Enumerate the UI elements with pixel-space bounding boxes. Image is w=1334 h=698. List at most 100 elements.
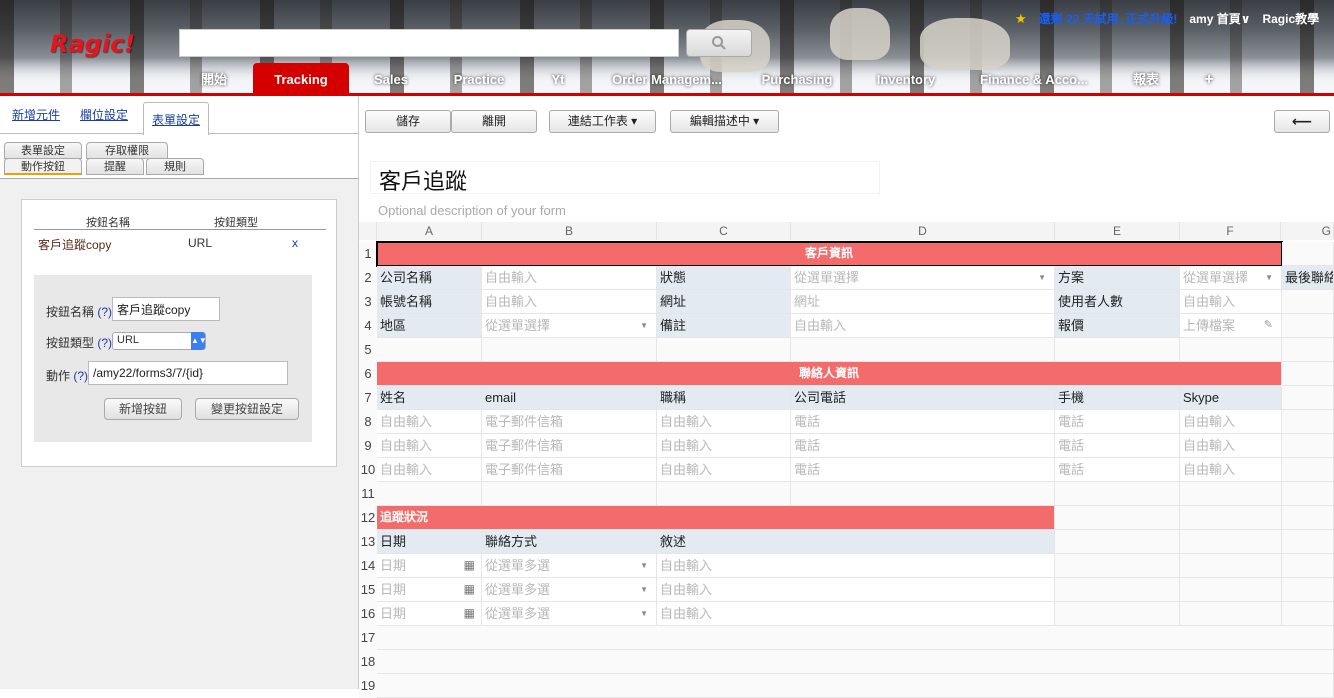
link-sheet-button[interactable]: 連結工作表 ▾ (549, 110, 656, 133)
field-input-narrative[interactable]: 自由輸入 (657, 602, 1055, 626)
grid-cell[interactable] (1055, 602, 1180, 626)
button-type-select[interactable]: URL ▲▼ (112, 332, 207, 350)
field-input-email[interactable]: 電子郵件信箱 (482, 458, 657, 482)
row-number[interactable]: 12 (359, 506, 377, 530)
field-select-contact-method[interactable]: 從選單多選 ▼ (482, 578, 657, 602)
field-input-company-phone[interactable]: 電話 (791, 458, 1055, 482)
field-input-company-phone[interactable]: 電話 (791, 410, 1055, 434)
field-input-account[interactable]: 自由輸入 (482, 290, 657, 314)
field-label-notes[interactable]: 備註 (657, 314, 791, 338)
field-input-date[interactable]: 日期 ▦ (377, 602, 482, 626)
field-input-name[interactable]: 自由輸入 (377, 410, 482, 434)
grid-cell[interactable] (1055, 530, 1180, 554)
field-input-company[interactable]: 自由輸入 (482, 266, 657, 290)
form-description[interactable]: Optional description of your form (370, 201, 1180, 221)
grid-row-empty[interactable] (377, 626, 1334, 650)
row-number[interactable]: 16 (359, 602, 377, 626)
grid-cell[interactable] (1055, 338, 1180, 362)
field-label-contact-method[interactable]: 聯絡方式 (482, 530, 657, 554)
column-header-f[interactable]: F (1180, 222, 1281, 240)
field-select-status[interactable]: 從選單選擇 ▼ (791, 266, 1055, 290)
row-number[interactable]: 10 (359, 458, 377, 482)
column-header-e[interactable]: E (1055, 222, 1180, 240)
row-number[interactable]: 1 (359, 242, 377, 266)
grid-cell[interactable] (1282, 506, 1334, 530)
leave-button[interactable]: 離開 (451, 110, 537, 133)
section-title-customer[interactable]: 客戶資訊 (376, 241, 1283, 267)
field-label-quote[interactable]: 報價 (1055, 314, 1180, 338)
grid-cell[interactable] (791, 338, 1055, 362)
field-input-email[interactable]: 電子郵件信箱 (482, 434, 657, 458)
subtab-action-buttons[interactable]: 動作按鈕 (4, 158, 82, 175)
grid-cell[interactable] (1055, 554, 1180, 578)
help-icon[interactable]: (?) (97, 336, 112, 350)
grid-cell[interactable] (1180, 602, 1282, 626)
grid-cell[interactable] (482, 482, 657, 506)
field-input-narrative[interactable]: 自由輸入 (657, 578, 1055, 602)
grid-cell[interactable] (1282, 386, 1334, 410)
form-title[interactable]: 客戶追蹤 (370, 161, 880, 194)
field-input-name[interactable]: 自由輸入 (377, 434, 482, 458)
row-number[interactable]: 14 (359, 554, 377, 578)
search-input[interactable] (179, 29, 679, 57)
grid-cell[interactable] (1282, 434, 1334, 458)
field-label-plan[interactable]: 方案 (1055, 266, 1180, 290)
nav-tab-purchasing[interactable]: Purchasing (755, 63, 839, 93)
field-label-account[interactable]: 帳號名稱 (377, 290, 482, 314)
row-number[interactable]: 4 (359, 314, 377, 338)
row-number[interactable]: 2 (359, 266, 377, 290)
field-upload-quote[interactable]: 上傳檔案 ✎ (1180, 314, 1282, 338)
grid-cell[interactable] (1055, 578, 1180, 602)
field-input-job-title[interactable]: 自由輸入 (657, 410, 791, 434)
field-input-job-title[interactable]: 自由輸入 (657, 434, 791, 458)
grid-cell[interactable] (1282, 362, 1334, 386)
row-number[interactable]: 3 (359, 290, 377, 314)
add-button-button[interactable]: 新增按鈕 (104, 398, 182, 420)
field-label-email[interactable]: email (482, 386, 657, 410)
column-header-b[interactable]: B (482, 222, 657, 240)
subtab-access-rights[interactable]: 存取權限 (86, 142, 168, 159)
field-input-date[interactable]: 日期 ▦ (377, 578, 482, 602)
field-input-name[interactable]: 自由輸入 (377, 458, 482, 482)
grid-cell[interactable] (377, 482, 482, 506)
field-input-skype[interactable]: 自由輸入 (1180, 434, 1282, 458)
row-number[interactable]: 18 (359, 650, 377, 674)
row-number[interactable]: 17 (359, 626, 377, 650)
grid-cell[interactable] (791, 482, 1055, 506)
edit-description-button[interactable]: 編輯描述中 ▾ (670, 110, 779, 133)
field-select-contact-method[interactable]: 從選單多選 ▼ (482, 554, 657, 578)
column-header-a[interactable]: A (377, 222, 482, 240)
field-input-mobile[interactable]: 電話 (1055, 458, 1180, 482)
row-number[interactable]: 13 (359, 530, 377, 554)
add-tab-button[interactable]: + (1196, 63, 1222, 93)
grid-cell[interactable] (1282, 410, 1334, 434)
field-label-website[interactable]: 網址 (657, 290, 791, 314)
grid-cell[interactable] (657, 482, 791, 506)
grid-cell[interactable] (1055, 482, 1180, 506)
field-select-plan[interactable]: 從選單選擇 ▼ (1180, 266, 1282, 290)
column-header-c[interactable]: C (657, 222, 791, 240)
row-number[interactable]: 11 (359, 482, 377, 506)
field-label-company-phone[interactable]: 公司電話 (791, 386, 1055, 410)
nav-tab-yt[interactable]: Yt (540, 63, 576, 93)
button-table-row[interactable]: 客戶追蹤copy URL x (34, 233, 326, 253)
field-label-skype[interactable]: Skype (1180, 386, 1282, 410)
nav-tab-inventory[interactable]: Inventory (868, 63, 944, 93)
nav-tab-tracking[interactable]: Tracking (253, 63, 349, 93)
button-row-name[interactable]: 客戶追蹤copy (38, 236, 111, 253)
grid-cell[interactable] (1282, 338, 1334, 362)
tab-form-settings[interactable]: 表單設定 (143, 102, 210, 135)
field-input-skype[interactable]: 自由輸入 (1180, 458, 1282, 482)
grid-cell[interactable] (1282, 530, 1334, 554)
save-button[interactable]: 儲存 (365, 110, 451, 133)
user-menu[interactable]: amy 首頁∨ (1189, 10, 1250, 27)
nav-tab-start[interactable]: 開始 (188, 63, 240, 93)
grid-cell[interactable] (1282, 290, 1334, 314)
grid-cell[interactable] (1055, 506, 1180, 530)
grid-cell[interactable] (1180, 530, 1282, 554)
tab-field-settings[interactable]: 欄位設定 (80, 106, 128, 123)
field-select-contact-method[interactable]: 從選單多選 ▼ (482, 602, 657, 626)
row-number[interactable]: 7 (359, 386, 377, 410)
grid-cell[interactable] (1180, 482, 1282, 506)
grid-cell[interactable] (1180, 506, 1282, 530)
